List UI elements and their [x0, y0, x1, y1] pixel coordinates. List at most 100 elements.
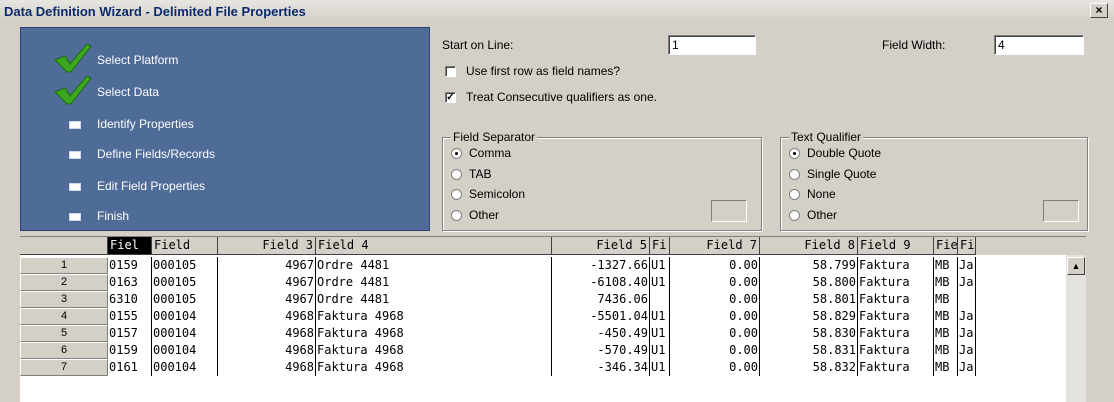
table-cell: Faktura	[858, 291, 934, 308]
table-cell: Faktura	[858, 274, 934, 291]
column-header[interactable]: Field 8	[760, 237, 858, 255]
table-cell: 4968	[218, 342, 316, 359]
table-cell: MB	[934, 342, 958, 359]
text-qualifier-group: Text Qualifier Double Quote Single Quote N…	[780, 130, 1088, 231]
row-number[interactable]: 7	[20, 359, 108, 376]
table-cell: 0159	[108, 257, 152, 274]
table-cell: 0157	[108, 325, 152, 342]
vertical-scrollbar[interactable]: ▲	[1066, 255, 1086, 402]
table-cell: Ordre 4481	[316, 274, 552, 291]
table-cell: -6108.40	[552, 274, 650, 291]
separator-radio-comma[interactable]	[451, 148, 462, 159]
qualifier-radio-none[interactable]	[789, 189, 800, 200]
field-separator-group: Field Separator Comma TAB Semicolon Other	[442, 130, 762, 231]
grid-corner-header	[20, 237, 108, 255]
column-header[interactable]: Fi	[958, 237, 976, 255]
scroll-up-button[interactable]: ▲	[1067, 257, 1085, 275]
close-button[interactable]: ×	[1090, 3, 1108, 18]
column-header[interactable]: Field 5	[552, 237, 650, 255]
treat-consecutive-label: Treat Consecutive qualifiers as one.	[466, 90, 657, 104]
table-cell: U1	[650, 257, 670, 274]
table-cell: MB	[934, 325, 958, 342]
qualifier-option-label: Single Quote	[807, 167, 877, 181]
qualifier-other-input[interactable]	[1043, 200, 1079, 222]
wizard-step-label: Finish	[97, 209, 130, 223]
table-cell: MB	[934, 257, 958, 274]
table-cell: 0163	[108, 274, 152, 291]
column-header[interactable]: Fi	[650, 237, 670, 255]
table-cell: Ja	[958, 274, 976, 291]
qualifier-option-label: Double Quote	[807, 146, 882, 160]
wizard-step-label: Select Data	[97, 85, 160, 99]
table-cell: 0.00	[670, 291, 760, 308]
column-header[interactable]: Field 4	[316, 237, 552, 255]
table-cell: Ja	[958, 325, 976, 342]
column-header[interactable]: Field	[152, 237, 218, 255]
table-cell: 4967	[218, 257, 316, 274]
table-cell: 58.832	[760, 359, 858, 376]
table-cell: 0161	[108, 359, 152, 376]
table-cell: Ja	[958, 359, 976, 376]
table-cell: 000104	[152, 308, 218, 325]
qualifier-radio-single-quote[interactable]	[789, 169, 800, 180]
row-number[interactable]: 1	[20, 257, 108, 274]
arrow-up-icon: ▲	[1071, 261, 1081, 271]
table-cell: MB	[934, 308, 958, 325]
treat-consecutive-checkbox[interactable]: ✓	[445, 92, 456, 103]
table-cell: 000104	[152, 359, 218, 376]
table-cell: 4968	[218, 359, 316, 376]
qualifier-radio-other[interactable]	[789, 210, 800, 221]
table-cell: U1	[650, 342, 670, 359]
separator-radio-tab[interactable]	[451, 169, 462, 180]
field-width-label: Field Width:	[882, 38, 946, 52]
table-cell: U1	[650, 308, 670, 325]
separator-radio-semicolon[interactable]	[451, 189, 462, 200]
table-cell: Faktura	[858, 308, 934, 325]
table-cell: 000105	[152, 291, 218, 308]
wizard-step-label: Identify Properties	[97, 117, 194, 131]
field-width-input[interactable]: 4	[994, 35, 1084, 55]
table-cell: 0.00	[670, 342, 760, 359]
grid-header-row: Fiel Field Field 3 Field 4 Field 5 Fi Field 7F…	[20, 237, 1086, 255]
column-header[interactable]: Field 9	[858, 237, 934, 255]
qualifier-option-label: None	[807, 187, 836, 201]
wizard-step: Edit Field Properties	[21, 174, 429, 198]
table-cell: Ja	[958, 257, 976, 274]
column-header[interactable]: Field 7	[670, 237, 760, 255]
row-number[interactable]: 5	[20, 325, 108, 342]
table-cell: 58.799	[760, 257, 858, 274]
table-cell: MB	[934, 359, 958, 376]
wizard-step: Identify Properties	[21, 112, 429, 136]
use-first-row-checkbox[interactable]	[445, 66, 456, 77]
qualifier-radio-double-quote[interactable]	[789, 148, 800, 159]
table-cell: 6310	[108, 291, 152, 308]
table-cell: Faktura 4968	[316, 342, 552, 359]
table-cell: 000104	[152, 325, 218, 342]
table-cell: Ja	[958, 308, 976, 325]
table-cell: 0155	[108, 308, 152, 325]
row-number[interactable]: 3	[20, 291, 108, 308]
table-cell: U1	[650, 274, 670, 291]
row-number[interactable]: 4	[20, 308, 108, 325]
separator-radio-other[interactable]	[451, 210, 462, 221]
column-header[interactable]: Fie	[934, 237, 958, 255]
table-cell: Faktura	[858, 257, 934, 274]
separator-other-input[interactable]	[711, 200, 747, 222]
table-cell: 58.800	[760, 274, 858, 291]
wizard-step: Define Fields/Records	[21, 142, 429, 166]
table-cell: Faktura 4968	[316, 325, 552, 342]
row-number[interactable]: 6	[20, 342, 108, 359]
table-cell: 58.830	[760, 325, 858, 342]
row-number[interactable]: 2	[20, 274, 108, 291]
column-header[interactable]: Fiel	[108, 237, 152, 255]
checkmark-icon	[54, 75, 92, 105]
column-header[interactable]: Field 3	[218, 237, 316, 255]
table-cell: 000104	[152, 342, 218, 359]
table-cell: U1	[650, 359, 670, 376]
table-cell: Ordre 4481	[316, 291, 552, 308]
start-on-line-input[interactable]: 1	[668, 35, 756, 55]
table-cell: Faktura	[858, 325, 934, 342]
table-cell: -450.49	[552, 325, 650, 342]
wizard-step-label: Define Fields/Records	[97, 147, 216, 161]
text-qualifier-title: Text Qualifier	[789, 130, 864, 144]
